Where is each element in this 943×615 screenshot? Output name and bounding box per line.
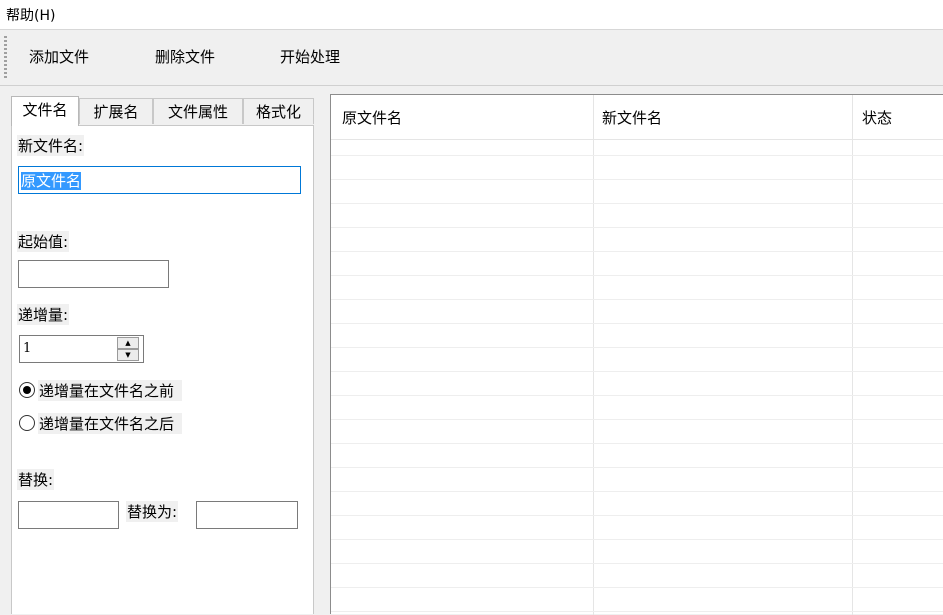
replace-input[interactable] bbox=[18, 501, 119, 529]
increment-stepper[interactable]: 1 ▲ ▼ bbox=[19, 335, 144, 363]
row-divider bbox=[331, 323, 943, 324]
row-divider bbox=[331, 539, 943, 540]
row-divider bbox=[331, 275, 943, 276]
row-divider bbox=[331, 251, 943, 252]
row-divider bbox=[331, 227, 943, 228]
file-list-grid[interactable]: 原文件名 新文件名 状态 bbox=[330, 94, 943, 615]
column-status[interactable]: 状态 bbox=[862, 107, 892, 128]
tab-format[interactable]: 格式化 bbox=[243, 98, 314, 124]
toolbar: 添加文件 删除文件 开始处理 bbox=[0, 30, 943, 86]
menu-bar: 帮助(H) bbox=[0, 0, 943, 30]
replace-with-label: 替换为: bbox=[126, 501, 179, 522]
tab-extension[interactable]: 扩展名 bbox=[79, 98, 153, 124]
filename-panel bbox=[11, 125, 314, 614]
increment-value: 1 bbox=[23, 341, 32, 356]
row-divider bbox=[331, 515, 943, 516]
grid-header: 原文件名 新文件名 状态 bbox=[331, 95, 943, 140]
delete-file-button[interactable]: 删除文件 bbox=[155, 46, 215, 67]
column-divider[interactable] bbox=[852, 95, 853, 615]
row-divider bbox=[331, 443, 943, 444]
row-divider bbox=[331, 179, 943, 180]
toolbar-grip[interactable] bbox=[4, 36, 7, 80]
replace-with-input[interactable] bbox=[196, 501, 298, 529]
row-divider bbox=[331, 299, 943, 300]
start-value-label: 起始值: bbox=[17, 231, 70, 252]
tab-filename[interactable]: 文件名 bbox=[11, 96, 79, 126]
spin-down-icon[interactable]: ▼ bbox=[117, 349, 139, 361]
new-name-input[interactable]: 原文件名 bbox=[18, 166, 301, 194]
start-process-button[interactable]: 开始处理 bbox=[280, 46, 340, 67]
row-divider bbox=[331, 587, 943, 588]
increment-label: 递增量: bbox=[17, 304, 70, 325]
new-name-label: 新文件名: bbox=[17, 135, 85, 156]
radio-before-label[interactable]: 递增量在文件名之前 bbox=[38, 380, 183, 401]
new-name-value: 原文件名 bbox=[21, 172, 82, 190]
row-divider bbox=[331, 491, 943, 492]
add-file-button[interactable]: 添加文件 bbox=[29, 46, 89, 67]
column-divider[interactable] bbox=[593, 95, 594, 615]
start-value-input[interactable] bbox=[18, 260, 169, 288]
row-divider bbox=[331, 611, 943, 612]
tab-file-attributes[interactable]: 文件属性 bbox=[153, 98, 243, 124]
row-divider bbox=[331, 419, 943, 420]
radio-after-label[interactable]: 递增量在文件名之后 bbox=[38, 413, 183, 434]
row-divider bbox=[331, 347, 943, 348]
radio-before[interactable] bbox=[19, 382, 35, 398]
row-divider bbox=[331, 563, 943, 564]
row-divider bbox=[331, 395, 943, 396]
spin-up-icon[interactable]: ▲ bbox=[117, 337, 139, 349]
menu-help[interactable]: 帮助(H) bbox=[6, 5, 55, 25]
row-divider bbox=[331, 371, 943, 372]
replace-label: 替换: bbox=[17, 469, 55, 490]
column-new-name[interactable]: 新文件名 bbox=[602, 107, 662, 128]
row-divider bbox=[331, 203, 943, 204]
row-divider bbox=[331, 155, 943, 156]
radio-after[interactable] bbox=[19, 415, 35, 431]
row-divider bbox=[331, 467, 943, 468]
column-original-name[interactable]: 原文件名 bbox=[342, 107, 402, 128]
